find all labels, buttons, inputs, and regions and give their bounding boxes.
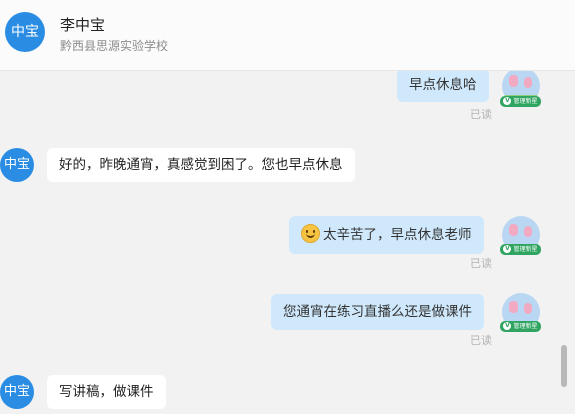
read-status: 已读: [470, 108, 492, 121]
message-list[interactable]: 早点休息哈 V 管理新星 已读 中宝 好的，昨晚通宵，真感觉到困了。您也早点休息 …: [0, 71, 575, 414]
message-bubble-incoming[interactable]: 好的，昨晚通宵，真感觉到困了。您也早点休息: [47, 148, 355, 182]
contact-avatar[interactable]: 中宝: [5, 12, 45, 52]
message-text: 好的，昨晚通宵，真感觉到困了。您也早点休息: [59, 157, 343, 173]
read-status: 已读: [470, 334, 492, 347]
chat-header: 中宝 李中宝 黔西县思源实验学校: [0, 0, 575, 71]
message-text: 写讲稿，做课件: [59, 384, 154, 400]
verified-icon: V: [503, 97, 512, 105]
smile-emoji-icon: [301, 224, 320, 243]
verified-icon: V: [503, 245, 512, 253]
role-badge: V 管理新星: [500, 244, 541, 255]
role-badge: V 管理新星: [500, 96, 541, 107]
message-text: 太辛苦了，早点休息老师: [323, 227, 472, 243]
scrollbar-thumb[interactable]: [561, 345, 567, 387]
role-badge: V 管理新星: [500, 321, 541, 332]
contact-school: 黔西县思源实验学校: [60, 39, 169, 53]
read-status: 已读: [470, 257, 492, 270]
message-bubble-outgoing[interactable]: 您通宵在练习直播么还是做课件: [271, 294, 484, 330]
contact-avatar[interactable]: 中宝: [0, 375, 34, 409]
contact-avatar[interactable]: 中宝: [0, 148, 34, 182]
message-text: 早点休息哈: [409, 77, 477, 93]
message-bubble-incoming[interactable]: 写讲稿，做课件: [47, 375, 166, 409]
message-bubble-outgoing[interactable]: 早点休息哈: [397, 71, 489, 102]
message-bubble-outgoing[interactable]: 太辛苦了，早点休息老师: [289, 216, 484, 254]
contact-name: 李中宝: [60, 16, 106, 34]
verified-icon: V: [503, 322, 512, 330]
message-text: 您通宵在练习直播么还是做课件: [283, 304, 472, 320]
